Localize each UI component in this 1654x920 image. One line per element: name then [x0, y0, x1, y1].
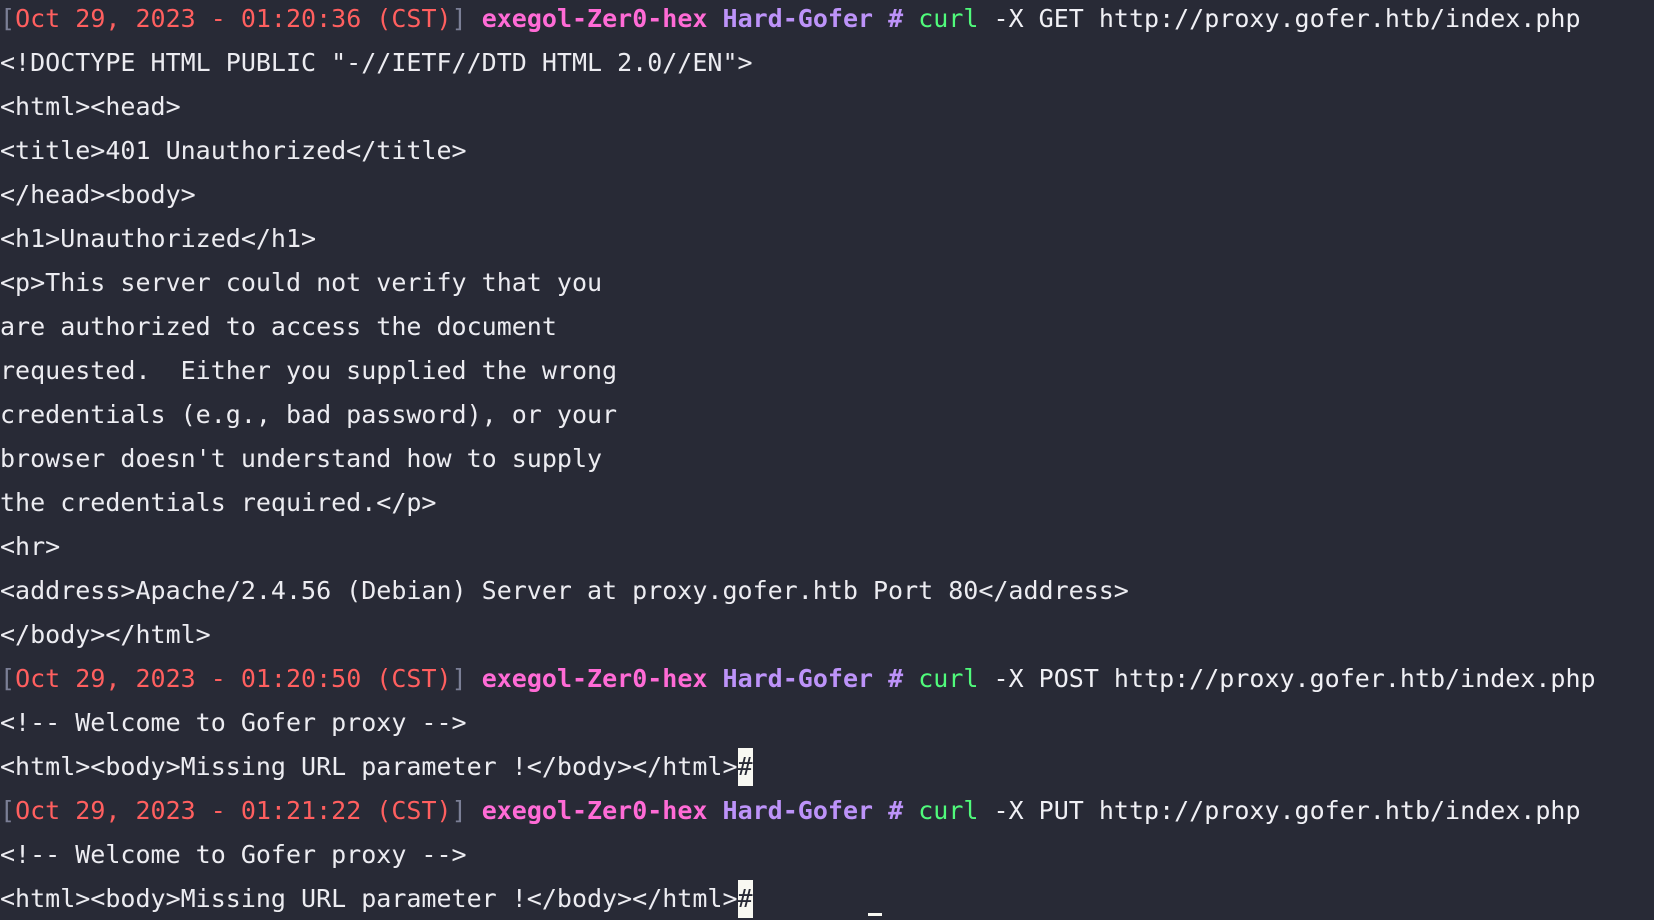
- prompt-line: [Oct 29, 2023 - 01:20:50 (CST)] exegol-Z…: [0, 660, 1654, 704]
- prompt-user: exegol-Zer0-hex: [481, 796, 708, 825]
- prompt-symbol: #: [888, 664, 904, 693]
- prompt-line: [Oct 29, 2023 - 01:20:36 (CST)] exegol-Z…: [0, 0, 1654, 44]
- terminal-window[interactable]: [Oct 29, 2023 - 01:20:36 (CST)] exegol-Z…: [0, 0, 1654, 920]
- prompt-user: exegol-Zer0-hex: [481, 4, 708, 33]
- text-cursor-icon: [868, 913, 882, 916]
- cursor-block: #: [737, 748, 753, 786]
- prompt-timestamp: Oct 29, 2023 - 01:21:22 (CST): [15, 796, 452, 825]
- command-name: curl: [918, 796, 979, 825]
- output-line: are authorized to access the document: [0, 312, 557, 341]
- output-line: <html><head>: [0, 92, 181, 121]
- output-line: <title>401 Unauthorized</title>: [0, 136, 467, 165]
- output-line: the credentials required.</p>: [0, 488, 437, 517]
- output-text: <html><body>Missing URL parameter !</bod…: [0, 884, 738, 913]
- output-line: <address>Apache/2.4.56 (Debian) Server a…: [0, 576, 1129, 605]
- output-line: <h1>Unauthorized</h1>: [0, 224, 317, 253]
- bracket-open: [: [0, 664, 16, 693]
- output-line: <p>This server could not verify that you: [0, 268, 603, 297]
- prompt-symbol: #: [888, 4, 904, 33]
- output-line: credentials (e.g., bad password), or you…: [0, 400, 618, 429]
- prompt-timestamp: Oct 29, 2023 - 01:20:50 (CST): [15, 664, 452, 693]
- bracket-close: ]: [451, 664, 467, 693]
- output-line: requested. Either you supplied the wrong: [0, 356, 618, 385]
- output-line: <html><body>Missing URL parameter !</bod…: [0, 880, 1654, 920]
- cursor-block: #: [737, 880, 753, 918]
- output-line: <!-- Welcome to Gofer proxy -->: [0, 708, 467, 737]
- prompt-timestamp: Oct 29, 2023 - 01:20:36 (CST): [15, 4, 452, 33]
- bracket-close: ]: [451, 4, 467, 33]
- bracket-close: ]: [451, 796, 467, 825]
- command-args: -X PUT http://proxy.gofer.htb/index.php: [993, 796, 1581, 825]
- command-name: curl: [918, 664, 979, 693]
- prompt-host: Hard-Gofer: [722, 796, 874, 825]
- prompt-symbol: #: [888, 796, 904, 825]
- output-line: browser doesn't understand how to supply: [0, 444, 603, 473]
- output-line: </body></html>: [0, 620, 211, 649]
- output-line: </head><body>: [0, 180, 196, 209]
- output-line: <!DOCTYPE HTML PUBLIC "-//IETF//DTD HTML…: [0, 48, 753, 77]
- prompt-host: Hard-Gofer: [722, 664, 874, 693]
- output-line: <!-- Welcome to Gofer proxy -->: [0, 840, 467, 869]
- command-args: -X GET http://proxy.gofer.htb/index.php: [993, 4, 1581, 33]
- command-name: curl: [918, 4, 979, 33]
- output-text: <html><body>Missing URL parameter !</bod…: [0, 752, 738, 781]
- output-line: <hr>: [0, 532, 61, 561]
- prompt-user: exegol-Zer0-hex: [481, 664, 708, 693]
- prompt-line: [Oct 29, 2023 - 01:21:22 (CST)] exegol-Z…: [0, 792, 1654, 836]
- bracket-open: [: [0, 4, 16, 33]
- bracket-open: [: [0, 796, 16, 825]
- prompt-host: Hard-Gofer: [722, 4, 874, 33]
- output-line: <html><body>Missing URL parameter !</bod…: [0, 748, 1654, 792]
- command-args: -X POST http://proxy.gofer.htb/index.php: [993, 664, 1596, 693]
